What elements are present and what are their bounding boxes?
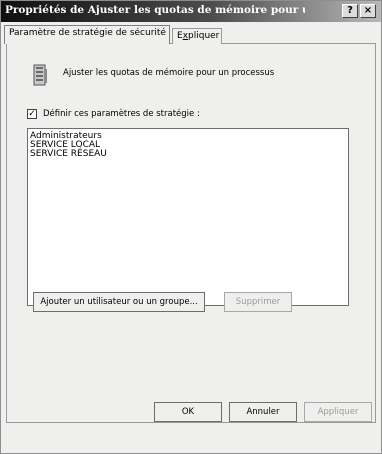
accounts-listbox[interactable]: Administrateurs SERVICE LOCAL SERVICE RÉ… <box>27 128 349 306</box>
add-user-or-group-button[interactable]: Ajouter un utilisateur ou un groupe... <box>33 292 205 312</box>
apply-button[interactable]: Appliquer <box>304 402 372 422</box>
window-title: Propriétés de Ajuster les quotas de mémo… <box>5 4 305 16</box>
define-settings-label[interactable]: Définir ces paramètres de stratégie : <box>43 109 200 119</box>
ok-button[interactable]: OK <box>154 402 222 422</box>
tab-label-post: pliquer <box>188 31 220 41</box>
define-settings-checkbox[interactable]: ✓ <box>27 109 37 119</box>
tab-label: Paramètre de stratégie de sécurité <box>9 28 166 38</box>
title-bar[interactable]: Propriétés de Ajuster les quotas de mémo… <box>1 1 381 22</box>
tab-security-policy-setting[interactable]: Paramètre de stratégie de sécurité <box>4 25 170 44</box>
policy-title: Ajuster les quotas de mémoire pour un pr… <box>63 68 275 78</box>
cancel-button[interactable]: Annuler <box>229 402 297 422</box>
close-button[interactable]: × <box>360 4 376 18</box>
help-button[interactable]: ? <box>342 4 358 18</box>
tab-explain[interactable]: Expliquer <box>172 28 222 44</box>
policy-settings-icon <box>33 64 47 86</box>
properties-dialog: Propriétés de Ajuster les quotas de mémo… <box>0 0 382 454</box>
remove-button[interactable]: Supprimer <box>224 292 292 312</box>
list-item[interactable]: SERVICE RÉSEAU <box>28 150 348 159</box>
